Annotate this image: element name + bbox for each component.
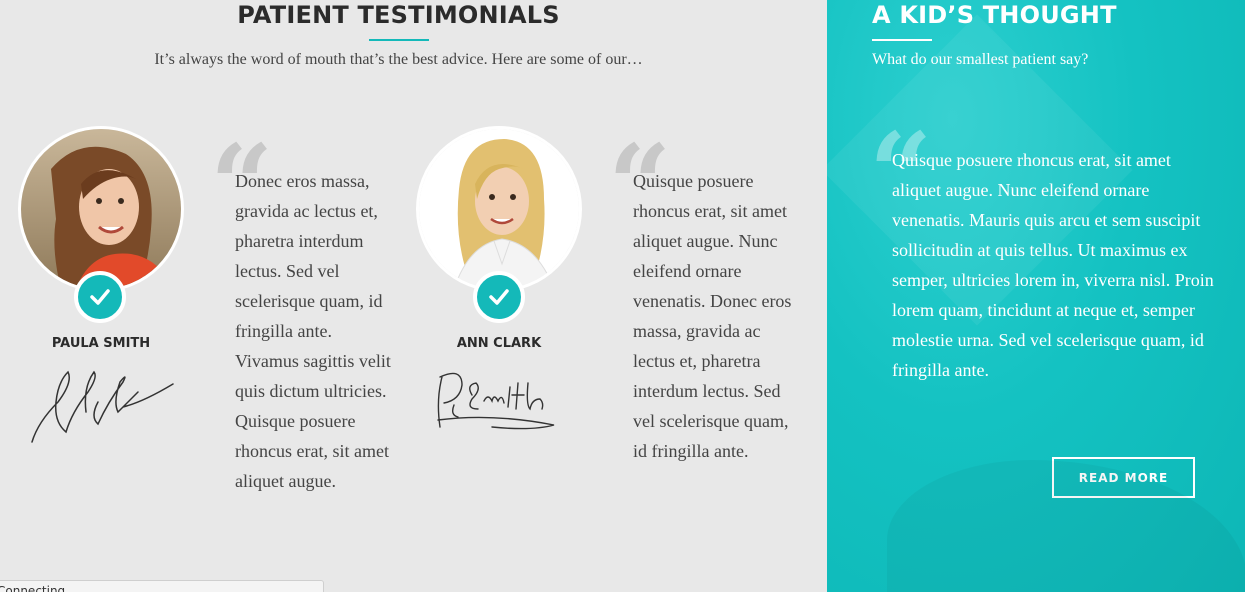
section-title: PATIENT TESTIMONIALS <box>237 1 560 29</box>
section-title: A KID’S THOUGHT <box>872 1 1117 29</box>
section-subtitle: It’s always the word of mouth that’s the… <box>154 51 643 68</box>
title-underline <box>369 39 429 41</box>
verified-badge <box>473 271 525 323</box>
check-icon <box>489 289 509 305</box>
section-subtitle: What do our smallest patient say? <box>872 51 1089 68</box>
browser-status-bar: Connecting... <box>0 580 324 592</box>
check-icon <box>90 289 110 305</box>
verified-badge <box>74 271 126 323</box>
title-underline <box>872 39 932 41</box>
kid-thought-section: A KID’S THOUGHT What do our smallest pat… <box>827 0 1245 592</box>
patient-name: PAULA SMITH <box>51 336 151 351</box>
signature-image <box>31 370 174 443</box>
avatar <box>18 126 184 292</box>
signature-image <box>437 372 555 430</box>
read-more-button[interactable]: READ MORE <box>1052 457 1195 498</box>
testimonial-text: Quisque posuere rhoncus erat, sit amet a… <box>633 171 792 461</box>
kid-quote-text: Quisque posuere rhoncus erat, sit amet a… <box>892 150 1214 380</box>
testimonials-section: PATIENT TESTIMONIALS It’s always the wor… <box>0 0 827 592</box>
avatar <box>416 126 582 292</box>
testimonial-text: Donec eros massa, gravida ac lectus et, … <box>235 171 391 491</box>
patient-name: ANN CLARK <box>456 336 542 351</box>
